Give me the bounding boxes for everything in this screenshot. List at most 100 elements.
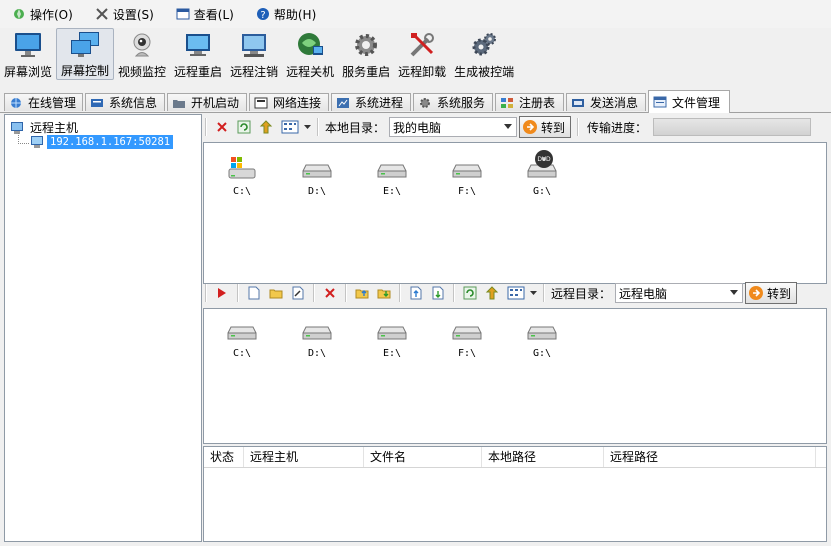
shutdown-icon <box>294 30 326 60</box>
windows-drive-icon <box>228 157 256 179</box>
local-drive-e[interactable]: E:\ <box>362 155 422 197</box>
menu-view-label: 查看(L) <box>193 7 234 22</box>
col-local-path[interactable]: 本地路径 <box>482 447 604 467</box>
remote-dir-select[interactable]: 远程电脑 <box>615 283 744 303</box>
dvd-drive-icon: DVD <box>527 150 557 178</box>
menu-help-label: 帮助(H) <box>273 7 317 22</box>
progress-label: 传输进度： <box>587 120 648 135</box>
globe-icon <box>9 97 23 109</box>
col-file-name[interactable]: 文件名 <box>364 447 482 467</box>
tab-file-manager[interactable]: 文件管理 <box>648 90 730 113</box>
network-icon <box>254 97 268 109</box>
remote-shutdown-button[interactable]: 远程关机 <box>282 28 338 80</box>
hard-drive-icon <box>377 326 407 340</box>
local-file-pane: C:\ D:\ E:\ F:\ DVD G:\ <box>203 142 827 284</box>
monitor-icon <box>12 30 44 60</box>
arrow-right-icon <box>749 286 764 300</box>
divider <box>399 284 401 302</box>
refresh-icon[interactable] <box>462 285 478 301</box>
remote-dir-value: 远程电脑 <box>619 286 668 301</box>
build-client-button[interactable]: 生成被控端 <box>450 28 518 80</box>
local-dir-select[interactable]: 我的电脑 <box>389 117 518 137</box>
tab-sysinfo[interactable]: 系统信息 <box>85 93 165 111</box>
local-drive-g[interactable]: DVD G:\ <box>512 149 572 197</box>
local-dir-label: 本地目录： <box>325 120 386 135</box>
remote-drive-g[interactable]: G:\ <box>512 321 572 359</box>
view-mode-icon[interactable] <box>280 119 300 135</box>
service-icon <box>418 97 432 109</box>
local-go-button[interactable]: 转到 <box>519 116 572 138</box>
upload-icon[interactable] <box>354 285 370 301</box>
operate-icon <box>12 7 26 21</box>
menu-help[interactable]: ? 帮助(H) <box>244 0 326 28</box>
menu-settings[interactable]: 设置(S) <box>83 0 164 28</box>
chevron-down-icon[interactable] <box>303 119 311 135</box>
menu-operate[interactable]: 操作(O) <box>0 0 83 28</box>
refresh-icon[interactable] <box>236 119 252 135</box>
col-remote-host[interactable]: 远程主机 <box>244 447 364 467</box>
run-icon[interactable] <box>214 285 230 301</box>
tab-message[interactable]: 发送消息 <box>566 93 646 111</box>
process-icon <box>336 97 350 109</box>
col-status[interactable]: 状态 <box>204 447 244 467</box>
divider <box>313 284 315 302</box>
service-restart-button[interactable]: 服务重启 <box>338 28 394 80</box>
remote-restart-button[interactable]: 远程重启 <box>170 28 226 80</box>
screen-browse-button[interactable]: 屏幕浏览 <box>0 28 56 80</box>
chevron-down-icon[interactable] <box>529 285 537 301</box>
up-folder-icon[interactable] <box>258 119 274 135</box>
up-folder-icon[interactable] <box>484 285 500 301</box>
upload-file-icon[interactable] <box>408 285 424 301</box>
rename-icon[interactable] <box>290 285 306 301</box>
col-remote-path[interactable]: 远程路径 <box>604 447 816 467</box>
remote-drive-e[interactable]: E:\ <box>362 321 422 359</box>
tab-network[interactable]: 网络连接 <box>249 93 329 111</box>
local-dir-value: 我的电脑 <box>393 120 442 135</box>
divider <box>453 284 455 302</box>
remote-drive-c[interactable]: C:\ <box>212 321 272 359</box>
tree-root-label: 远程主机 <box>30 121 79 135</box>
menu-view[interactable]: 查看(L) <box>164 0 244 28</box>
tab-registry[interactable]: 注册表 <box>495 93 564 111</box>
tree-host-label: 192.168.1.167:50281 <box>47 135 174 149</box>
logoff-icon <box>238 30 270 60</box>
view-mode-icon[interactable] <box>506 285 526 301</box>
delete-icon[interactable] <box>214 119 230 135</box>
video-monitor-button[interactable]: 视频监控 <box>114 28 170 80</box>
divider <box>317 118 319 136</box>
divider <box>543 284 545 302</box>
remote-drive-d[interactable]: D:\ <box>287 321 347 359</box>
tab-online[interactable]: 在线管理 <box>4 93 83 111</box>
hard-drive-icon <box>377 164 407 178</box>
svg-text:?: ? <box>260 10 265 21</box>
remote-uninstall-button[interactable]: 远程卸载 <box>394 28 450 80</box>
host-tree: 远程主机 192.168.1.167:50281 <box>4 114 202 542</box>
tree-connector <box>18 133 29 144</box>
tab-service[interactable]: 系统服务 <box>413 93 493 111</box>
folder-icon <box>172 97 186 109</box>
new-folder-icon[interactable] <box>268 285 284 301</box>
tab-process[interactable]: 系统进程 <box>331 93 411 111</box>
remote-go-button[interactable]: 转到 <box>745 282 798 304</box>
delete-icon[interactable] <box>322 285 338 301</box>
remote-dir-label: 远程目录： <box>551 286 612 301</box>
hard-drive-icon <box>227 326 257 340</box>
divider <box>345 284 347 302</box>
screen-control-button[interactable]: 屏幕控制 <box>56 28 115 80</box>
main-toolbar: 屏幕浏览 屏幕控制 视频监控 远程重启 远程注销 远程关机 服务重启 远程卸载 … <box>0 28 831 84</box>
registry-icon <box>500 97 514 109</box>
build-gears-icon <box>468 30 500 60</box>
local-drive-f[interactable]: F:\ <box>437 155 497 197</box>
local-drive-c[interactable]: C:\ <box>212 155 272 197</box>
tree-host-item[interactable]: 192.168.1.167:50281 <box>29 135 174 149</box>
download-file-icon[interactable] <box>430 285 446 301</box>
remote-file-pane: C:\ D:\ E:\ F:\ G:\ <box>203 308 827 444</box>
download-icon[interactable] <box>376 285 392 301</box>
remote-logoff-button[interactable]: 远程注销 <box>226 28 282 80</box>
transfer-list: 状态 远程主机 文件名 本地路径 远程路径 <box>203 446 827 542</box>
tab-startup[interactable]: 开机启动 <box>167 93 247 111</box>
local-drive-d[interactable]: D:\ <box>287 155 347 197</box>
remote-drive-f[interactable]: F:\ <box>437 321 497 359</box>
divider <box>237 284 239 302</box>
new-file-icon[interactable] <box>246 285 262 301</box>
